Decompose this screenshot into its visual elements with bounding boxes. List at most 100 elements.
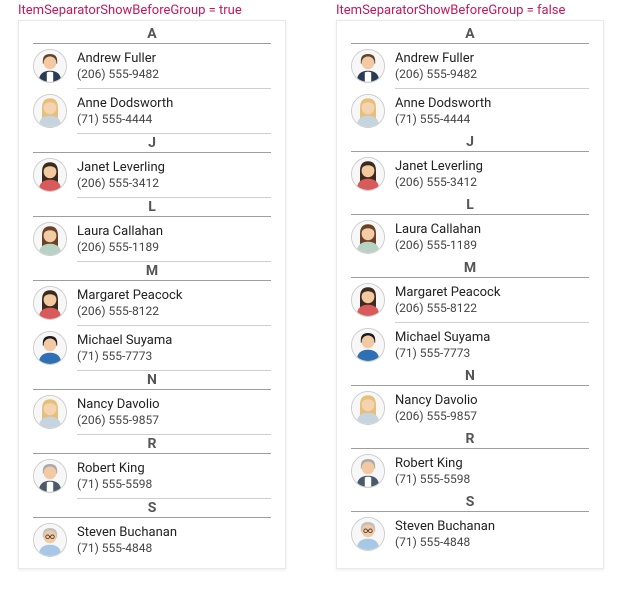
contact-phone: (206) 555-9482 — [395, 67, 477, 81]
contact-phone: (71) 555-7773 — [77, 349, 172, 363]
avatar — [33, 395, 67, 429]
avatar — [351, 94, 385, 128]
avatar — [351, 283, 385, 317]
list-item[interactable]: Steven Buchanan(71) 555-4848 — [337, 512, 603, 556]
contact-info: Michael Suyama(71) 555-7773 — [395, 330, 490, 360]
avatar — [351, 454, 385, 488]
contact-name: Robert King — [77, 461, 152, 476]
group-header: J — [337, 133, 603, 151]
contact-info: Steven Buchanan(71) 555-4848 — [395, 519, 495, 549]
avatar — [33, 331, 67, 365]
list-item[interactable]: Laura Callahan(206) 555-1189 — [19, 217, 285, 261]
contact-name: Robert King — [395, 456, 470, 471]
contact-name: Janet Leverling — [77, 160, 165, 175]
group-header: L — [337, 196, 603, 214]
group-header: N — [337, 367, 603, 385]
contact-info: Margaret Peacock(206) 555-8122 — [395, 285, 500, 315]
contact-name: Nancy Davolio — [395, 393, 478, 408]
list-item[interactable]: Michael Suyama(71) 555-7773 — [337, 323, 603, 367]
caption-right: ItemSeparatorShowBeforeGroup = false — [336, 0, 604, 20]
contact-name: Andrew Fuller — [395, 51, 477, 66]
list-item[interactable]: Anne Dodsworth(71) 555-4444 — [19, 89, 285, 133]
avatar — [351, 157, 385, 191]
contact-name: Margaret Peacock — [395, 285, 500, 300]
contact-phone: (71) 555-4444 — [77, 112, 173, 126]
avatar — [33, 286, 67, 320]
contact-name: Laura Callahan — [395, 222, 481, 237]
list-item[interactable]: Nancy Davolio(206) 555-9857 — [337, 386, 603, 430]
contact-info: Andrew Fuller(206) 555-9482 — [77, 51, 159, 81]
group-header: A — [337, 25, 603, 43]
avatar — [351, 49, 385, 83]
contact-phone: (206) 555-1189 — [77, 240, 163, 254]
avatar — [33, 523, 67, 557]
contact-name: Janet Leverling — [395, 159, 483, 174]
contact-info: Margaret Peacock(206) 555-8122 — [77, 288, 182, 318]
list-item[interactable]: Robert King(71) 555-5598 — [19, 454, 285, 498]
group-header: L — [19, 198, 285, 216]
group-header: S — [337, 493, 603, 511]
contact-info: Nancy Davolio(206) 555-9857 — [395, 393, 478, 423]
list-item[interactable]: Michael Suyama(71) 555-7773 — [19, 326, 285, 370]
contact-name: Michael Suyama — [77, 333, 172, 348]
group-header: A — [19, 25, 285, 43]
contact-name: Steven Buchanan — [395, 519, 495, 534]
avatar — [33, 222, 67, 256]
contact-name: Michael Suyama — [395, 330, 490, 345]
contact-phone: (206) 555-9857 — [77, 413, 160, 427]
group-header: S — [19, 499, 285, 517]
contact-info: Nancy Davolio(206) 555-9857 — [77, 397, 160, 427]
list-item[interactable]: Nancy Davolio(206) 555-9857 — [19, 390, 285, 434]
group-header: R — [337, 430, 603, 448]
avatar — [33, 94, 67, 128]
contact-info: Robert King(71) 555-5598 — [395, 456, 470, 486]
contact-name: Andrew Fuller — [77, 51, 159, 66]
contact-name: Steven Buchanan — [77, 525, 177, 540]
contact-info: Andrew Fuller(206) 555-9482 — [395, 51, 477, 81]
list-item[interactable]: Laura Callahan(206) 555-1189 — [337, 215, 603, 259]
contact-phone: (71) 555-7773 — [395, 346, 490, 360]
avatar — [33, 49, 67, 83]
contact-info: Anne Dodsworth(71) 555-4444 — [77, 96, 173, 126]
list-item[interactable]: Andrew Fuller(206) 555-9482 — [19, 44, 285, 88]
contact-name: Laura Callahan — [77, 224, 163, 239]
contact-info: Laura Callahan(206) 555-1189 — [395, 222, 481, 252]
contact-phone: (206) 555-3412 — [395, 175, 483, 189]
caption-left: ItemSeparatorShowBeforeGroup = true — [18, 0, 286, 20]
group-header: R — [19, 435, 285, 453]
avatar — [33, 158, 67, 192]
list-item[interactable]: Margaret Peacock(206) 555-8122 — [337, 278, 603, 322]
contact-phone: (71) 555-4444 — [395, 112, 491, 126]
list-item[interactable]: Robert King(71) 555-5598 — [337, 449, 603, 493]
contact-info: Janet Leverling(206) 555-3412 — [395, 159, 483, 189]
contact-phone: (206) 555-9482 — [77, 67, 159, 81]
contact-phone: (206) 555-8122 — [395, 301, 500, 315]
contact-phone: (206) 555-3412 — [77, 176, 165, 190]
list-item[interactable]: Anne Dodsworth(71) 555-4444 — [337, 89, 603, 133]
list-item[interactable]: Steven Buchanan(71) 555-4848 — [19, 518, 285, 562]
contact-info: Laura Callahan(206) 555-1189 — [77, 224, 163, 254]
contact-phone: (206) 555-1189 — [395, 238, 481, 252]
contact-info: Robert King(71) 555-5598 — [77, 461, 152, 491]
avatar — [351, 220, 385, 254]
group-header: J — [19, 134, 285, 152]
contact-info: Michael Suyama(71) 555-7773 — [77, 333, 172, 363]
contact-phone: (206) 555-8122 — [77, 304, 182, 318]
avatar — [351, 517, 385, 551]
group-header: M — [337, 259, 603, 277]
contact-info: Anne Dodsworth(71) 555-4444 — [395, 96, 491, 126]
list-item[interactable]: Janet Leverling(206) 555-3412 — [19, 153, 285, 197]
contact-phone: (71) 555-4848 — [395, 535, 495, 549]
avatar — [33, 459, 67, 493]
contact-name: Anne Dodsworth — [77, 96, 173, 111]
contact-name: Anne Dodsworth — [395, 96, 491, 111]
columns: A Andrew Fuller(206) 555-9482 Anne Dodsw… — [0, 20, 622, 579]
group-header: M — [19, 262, 285, 280]
contact-name: Nancy Davolio — [77, 397, 160, 412]
contacts-panel: A Andrew Fuller(206) 555-9482 Anne Dodsw… — [336, 20, 604, 569]
contact-phone: (71) 555-5598 — [395, 472, 470, 486]
list-item[interactable]: Andrew Fuller(206) 555-9482 — [337, 44, 603, 88]
list-item[interactable]: Margaret Peacock(206) 555-8122 — [19, 281, 285, 325]
group-header: N — [19, 371, 285, 389]
list-item[interactable]: Janet Leverling(206) 555-3412 — [337, 152, 603, 196]
